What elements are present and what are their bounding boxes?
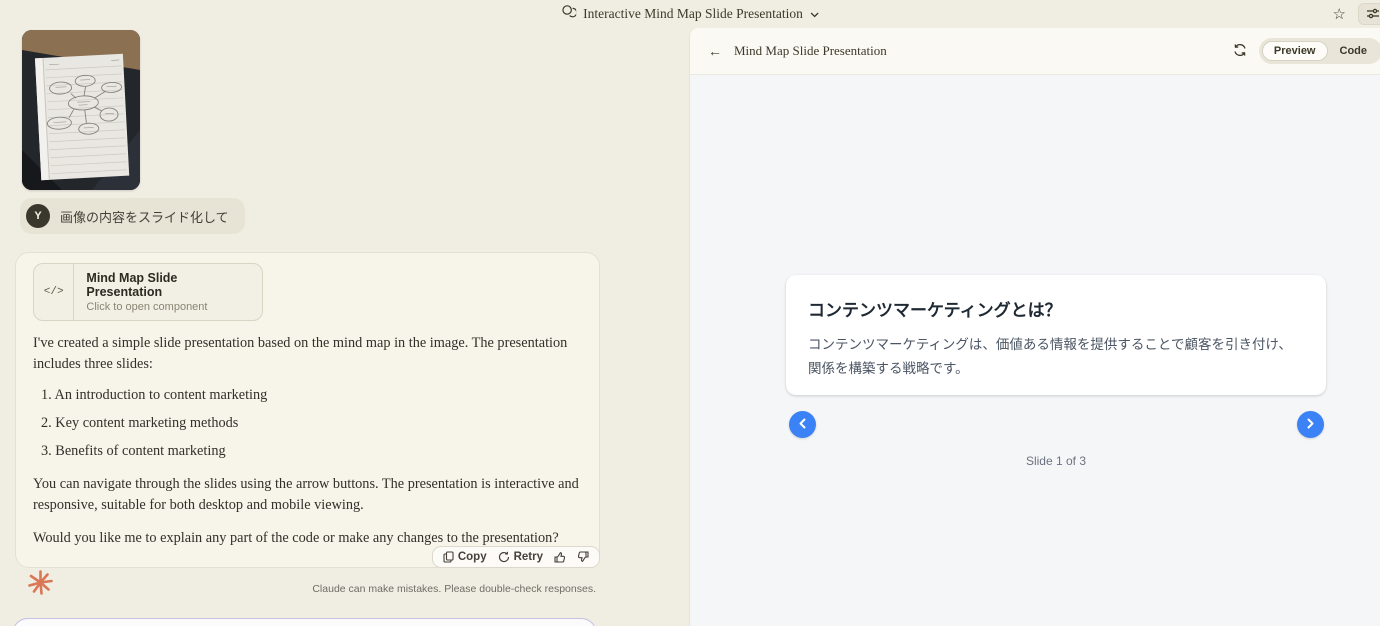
user-message-bubble: Y 画像の内容をスライド化して: [20, 198, 245, 234]
retry-icon: [498, 551, 510, 563]
next-slide-button[interactable]: [1297, 411, 1324, 438]
chevron-left-icon: [798, 417, 807, 432]
user-avatar: Y: [26, 204, 50, 228]
star-icon: ☆: [1333, 7, 1346, 22]
notebook-mindmap-photo: [22, 30, 140, 190]
chevron-right-icon: [1306, 417, 1315, 432]
list-item: 1. An introduction to content marketing: [41, 385, 579, 406]
chevron-down-icon: [810, 5, 819, 23]
slide-list: 1. An introduction to content marketing …: [41, 385, 579, 462]
conversation-title: Interactive Mind Map Slide Presentation: [583, 6, 803, 22]
thumbs-up-button[interactable]: [554, 551, 566, 563]
star-button[interactable]: ☆: [1331, 5, 1348, 24]
settings-sliders-button[interactable]: [1358, 3, 1380, 25]
assistant-paragraph: I've created a simple slide presentation…: [33, 333, 579, 375]
chat-panel: Y 画像の内容をスライド化して </> Mind Map Slide Prese…: [0, 28, 690, 626]
code-icon: </>: [34, 264, 74, 320]
conversation-title-menu[interactable]: Interactive Mind Map Slide Presentation: [561, 0, 819, 28]
assistant-message: </> Mind Map Slide Presentation Click to…: [15, 252, 600, 568]
retry-button[interactable]: Retry: [498, 551, 543, 563]
thumbs-down-icon: [577, 551, 589, 563]
list-item: 2. Key content marketing methods: [41, 413, 579, 434]
copy-button[interactable]: Copy: [443, 551, 487, 563]
message-actions: Copy Retry: [432, 546, 600, 568]
artifact-card-title: Mind Map Slide Presentation: [86, 271, 250, 299]
artifact-preview-area: コンテンツマーケティングとは？ コンテンツマーケティングは、価値ある情報を提供す…: [690, 75, 1380, 626]
message-composer-input[interactable]: [12, 618, 597, 626]
preview-tab[interactable]: Preview: [1262, 41, 1328, 61]
top-bar: Interactive Mind Map Slide Presentation …: [0, 0, 1380, 28]
uploaded-image-thumbnail[interactable]: [22, 30, 140, 190]
assistant-message-text: I've created a simple slide presentation…: [33, 333, 579, 549]
user-message: Y 画像の内容をスライド化して: [20, 198, 245, 234]
artifact-card-subtitle: Click to open component: [86, 301, 250, 313]
previous-slide-button[interactable]: [789, 411, 816, 438]
slide-counter: Slide 1 of 3: [786, 454, 1326, 468]
back-button[interactable]: ←: [708, 43, 722, 59]
refresh-button[interactable]: [1233, 43, 1247, 60]
artifact-title: Mind Map Slide Presentation: [734, 43, 887, 59]
thumbs-down-button[interactable]: [577, 551, 589, 563]
chats-icon: [561, 4, 576, 24]
artifact-open-card[interactable]: </> Mind Map Slide Presentation Click to…: [33, 263, 263, 321]
list-item: 3. Benefits of content marketing: [41, 441, 579, 462]
slide-card: コンテンツマーケティングとは？ コンテンツマーケティングは、価値ある情報を提供す…: [786, 275, 1326, 395]
assistant-paragraph: You can navigate through the slides usin…: [33, 474, 579, 516]
user-message-text: 画像の内容をスライド化して: [60, 207, 229, 226]
preview-code-toggle: Preview Code: [1259, 38, 1380, 64]
thumbs-up-icon: [554, 551, 566, 563]
artifact-panel: ← Mind Map Slide Presentation Preview Co…: [690, 28, 1380, 626]
artifact-header: ← Mind Map Slide Presentation Preview Co…: [690, 28, 1380, 75]
slide-heading: コンテンツマーケティングとは？: [808, 296, 1304, 321]
back-arrow-icon: ←: [708, 43, 722, 59]
disclaimer-text: Claude can make mistakes. Please double-…: [0, 583, 596, 595]
sliders-icon: [1366, 7, 1380, 22]
copy-icon: [443, 551, 454, 563]
slide-body-text: コンテンツマーケティングは、価値ある情報を提供することで顧客を引き付け、関係を構…: [808, 333, 1304, 382]
code-tab[interactable]: Code: [1328, 41, 1380, 61]
refresh-icon: [1233, 43, 1247, 60]
